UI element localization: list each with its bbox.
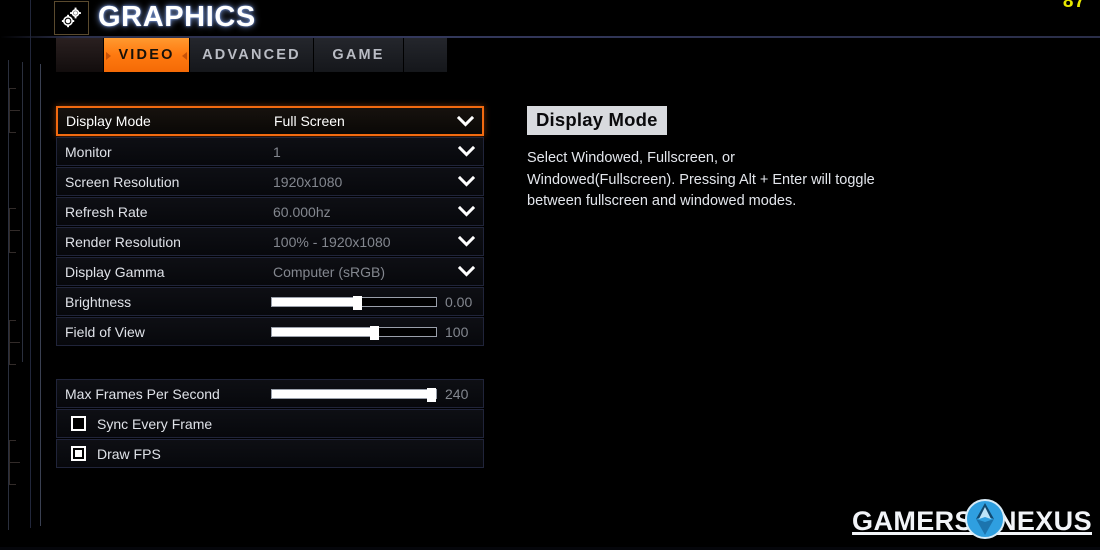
slider-value: 100 [445, 323, 469, 340]
description-title: Display Mode [527, 106, 667, 135]
watermark-text-right: NEXUS [996, 505, 1092, 536]
setting-label: Render Resolution [65, 233, 181, 250]
tab-video[interactable]: VIDEO [104, 38, 190, 72]
chevron-down-icon[interactable] [458, 173, 475, 190]
setting-label: Display Gamma [65, 263, 165, 280]
setting-value: 1 [273, 143, 281, 160]
setting-label: Sync Every Frame [97, 415, 213, 432]
setting-row-monitor[interactable]: Monitor 1 [56, 137, 484, 166]
slider-track[interactable] [271, 387, 437, 402]
setting-label: Draw FPS [97, 445, 161, 462]
setting-value: 100% - 1920x1080 [273, 233, 391, 250]
setting-value: Full Screen [274, 113, 345, 129]
settings-list-display: Display Mode Full Screen Monitor 1 Scree… [56, 106, 484, 347]
setting-label: Brightness [65, 293, 132, 310]
setting-label: Refresh Rate [65, 203, 148, 220]
checkbox-fill [75, 450, 82, 457]
tab-bar: VIDEO ADVANCED GAME [56, 38, 448, 72]
slider-track[interactable] [271, 295, 437, 310]
tab-advanced[interactable]: ADVANCED [190, 38, 314, 72]
panel-left-edge [30, 0, 31, 528]
setting-label: Field of View [65, 323, 145, 340]
chevron-down-icon[interactable] [458, 143, 475, 160]
header-bar: GRAPHICS 87 [0, 0, 1100, 36]
slider-handle[interactable] [427, 387, 437, 402]
setting-row-refresh-rate[interactable]: Refresh Rate 60.000hz [56, 197, 484, 226]
checkbox-unchecked-icon[interactable] [71, 416, 86, 431]
slider-value: 0.00 [445, 293, 473, 310]
chevron-down-icon[interactable] [458, 203, 475, 220]
tab-game[interactable]: GAME [314, 38, 404, 72]
brightness-slider[interactable] [271, 295, 437, 310]
setting-label: Display Mode [66, 113, 151, 129]
setting-value: Computer (sRGB) [273, 263, 386, 280]
setting-label: Screen Resolution [65, 173, 180, 190]
setting-row-max-frames-per-second[interactable]: Max Frames Per Second 240 [56, 379, 484, 408]
slider-fill [272, 297, 358, 306]
chevron-down-icon[interactable] [457, 113, 474, 130]
setting-row-render-resolution[interactable]: Render Resolution 100% - 1920x1080 [56, 227, 484, 256]
description-panel: Display Mode Select Windowed, Fullscreen… [527, 106, 947, 213]
setting-row-display-mode[interactable]: Display Mode Full Screen [56, 106, 484, 136]
checkbox-checked-icon[interactable] [71, 446, 86, 461]
slider-fill [272, 389, 432, 398]
tab-right-spacer [404, 38, 448, 72]
gamers-nexus-logo-icon [964, 498, 1006, 545]
setting-row-field-of-view[interactable]: Field of View 100 [56, 317, 484, 346]
setting-row-draw-fps[interactable]: Draw FPS [56, 439, 484, 468]
setting-row-screen-resolution[interactable]: Screen Resolution 1920x1080 [56, 167, 484, 196]
setting-label: Max Frames Per Second [65, 385, 220, 402]
setting-value: 1920x1080 [273, 173, 343, 190]
tab-left-spacer [56, 38, 104, 72]
setting-label: Monitor [65, 143, 112, 160]
chevron-down-icon[interactable] [458, 263, 475, 280]
max-fps-slider[interactable] [271, 387, 437, 402]
slider-track[interactable] [271, 325, 437, 340]
slider-value: 240 [445, 385, 469, 402]
setting-row-display-gamma[interactable]: Display Gamma Computer (sRGB) [56, 257, 484, 286]
setting-row-sync-every-frame[interactable]: Sync Every Frame [56, 409, 484, 438]
fps-counter-overlay: 87 [1062, 0, 1086, 12]
gears-icon [54, 1, 89, 35]
description-body: Select Windowed, Fullscreen, or Windowed… [527, 150, 875, 209]
field-of-view-slider[interactable] [271, 325, 437, 340]
watermark-text-left: GAMERS [852, 505, 973, 536]
slider-handle[interactable] [353, 295, 363, 310]
slider-fill [272, 327, 374, 336]
setting-row-brightness[interactable]: Brightness 0.00 [56, 287, 484, 316]
page-title: GRAPHICS [98, 1, 256, 33]
setting-value: 60.000hz [273, 203, 331, 220]
left-edge-decoration [0, 0, 52, 550]
chevron-down-icon[interactable] [458, 233, 475, 250]
gamers-nexus-watermark: GAMERS NEXUS [852, 498, 1092, 545]
slider-handle[interactable] [369, 325, 379, 340]
settings-list-performance: Max Frames Per Second 240 Sync Every Fra… [56, 379, 484, 469]
